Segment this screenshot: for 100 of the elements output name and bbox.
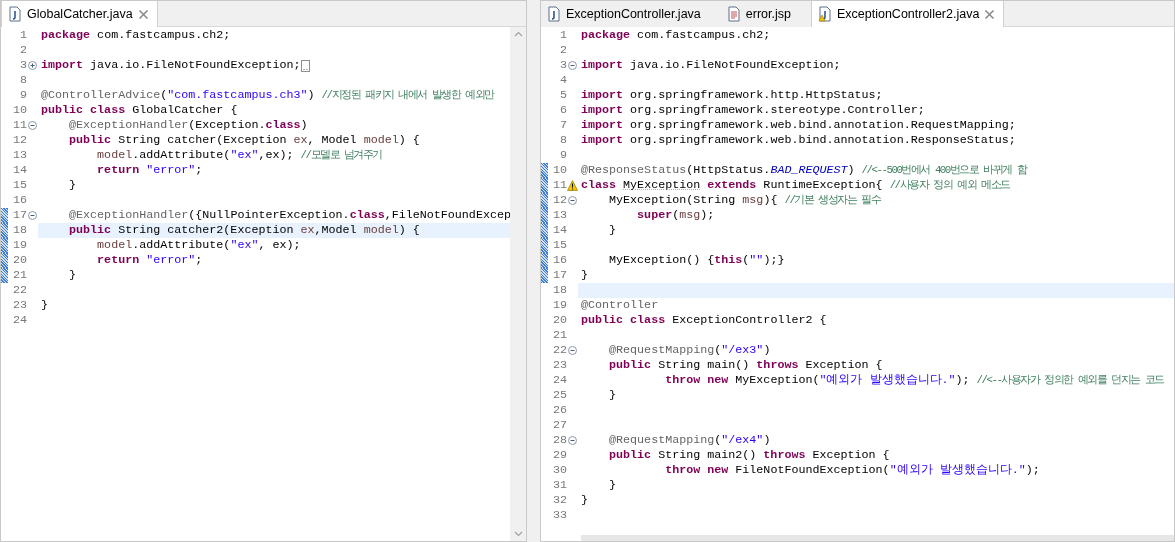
java-file-icon — [817, 6, 832, 22]
line-number: 17 — [551, 268, 567, 283]
code-line: return "error"; — [96, 163, 203, 178]
line-number: 11 — [551, 178, 567, 193]
editor-tab[interactable]: ExceptionController2.java — [810, 1, 1005, 27]
code-line: model.addAttribute("ex",ex); //모델로 넘겨주기 — [96, 148, 382, 163]
line-number: 27 — [551, 418, 567, 433]
text-file-icon — [726, 6, 741, 22]
line-number: 30 — [551, 463, 567, 478]
line-number: 13 — [551, 208, 567, 223]
line-number: 16 — [11, 193, 27, 208]
collapse-icon[interactable] — [28, 211, 37, 220]
line-number: 1 — [19, 28, 27, 43]
line-number: 9 — [19, 88, 27, 103]
line-number: 16 — [551, 253, 567, 268]
line-number: 33 — [551, 508, 567, 523]
line-number: 31 — [551, 478, 567, 493]
line-number: 2 — [559, 43, 567, 58]
line-number: 14 — [11, 163, 27, 178]
line-number: 29 — [551, 448, 567, 463]
code-line: } — [581, 268, 588, 283]
code-line: public String main() throws Exception { — [608, 358, 883, 373]
line-number: 3 — [559, 58, 567, 73]
line-number: 21 — [11, 268, 27, 283]
code-line: @RequestMapping("/ex3") — [608, 343, 771, 358]
line-number: 15 — [551, 238, 567, 253]
code-line: model.addAttribute("ex", ex); — [96, 238, 301, 253]
line-number: 23 — [11, 298, 27, 313]
line-number: 20 — [11, 253, 27, 268]
close-icon[interactable] — [984, 8, 996, 20]
collapse-icon[interactable] — [568, 436, 577, 445]
line-number: 8 — [19, 73, 27, 88]
code-line: @ResponseStatus(HttpStatus.BAD_REQUEST) //<--500번에서 400번으로 바뀌게 함 — [581, 163, 1027, 178]
java-file-icon — [547, 6, 561, 22]
code-line: } — [581, 493, 588, 508]
line-number: 8 — [559, 133, 567, 148]
code-line: @ControllerAdvice("com.fastcampus.ch3") //지정된 패키지 내에서 발생한 예외만 — [41, 88, 494, 103]
editor-tab[interactable]: GlobalCatcher.java — [1, 1, 158, 27]
code-line: super(msg); — [636, 208, 715, 223]
line-number: 26 — [551, 403, 567, 418]
code-line: public String main2() throws Exception { — [608, 448, 890, 463]
line-number: 4 — [559, 73, 567, 88]
line-number: 24 — [11, 313, 27, 328]
code-line: throw new MyException("예외가 발생했습니다."); //<--사용자가 정의한 예외를 던지는 코드 — [664, 373, 1164, 388]
line-number: 12 — [551, 193, 567, 208]
code-line: @Controller — [581, 298, 659, 313]
line-number: 21 — [551, 328, 567, 343]
code-line: } — [68, 178, 77, 193]
code-line: return "error"; — [96, 253, 203, 268]
line-number: 17 — [11, 208, 27, 223]
code-line: package com.fastcampus.ch2; — [41, 28, 231, 43]
code-line: MyException() {this("");} — [608, 253, 785, 268]
collapse-icon[interactable] — [568, 196, 577, 205]
code-line: } — [41, 298, 48, 313]
line-number: 32 — [551, 493, 567, 508]
code-line: import java.io.FileNotFoundException; — [41, 58, 301, 73]
line-number: 22 — [551, 343, 567, 358]
horizontal-scrollbar[interactable] — [581, 535, 1174, 541]
collapse-icon[interactable] — [28, 121, 37, 130]
line-number: 18 — [11, 223, 27, 238]
code-line: throw new FileNotFoundException("예외가 발생했습니다."); — [664, 463, 1040, 478]
line-number: 19 — [551, 298, 567, 313]
line-number: 20 — [551, 313, 567, 328]
code-line: public String catcher2(Exception ex,Model model) { — [68, 223, 420, 238]
line-number: 7 — [559, 118, 567, 133]
collapse-icon[interactable] — [568, 346, 577, 355]
expand-icon[interactable] — [28, 61, 37, 70]
line-number: 19 — [11, 238, 27, 253]
line-number: 23 — [551, 358, 567, 373]
code-line: @RequestMapping("/ex4") — [608, 433, 771, 448]
code-line: MyException(String msg){ //기본 생성자는 필수 — [608, 193, 881, 208]
line-number: 10 — [11, 103, 27, 118]
code-line: public class ExceptionController2 { — [581, 313, 827, 328]
line-number: 9 — [559, 148, 567, 163]
folded-code-icon[interactable] — [300, 59, 310, 72]
collapse-icon[interactable] — [568, 61, 577, 70]
line-number: 11 — [11, 118, 27, 133]
line-number: 1 — [559, 28, 567, 43]
java-file-icon — [8, 6, 22, 22]
line-number: 15 — [11, 178, 27, 193]
code-line: import org.springframework.stereotype.Controller; — [581, 103, 925, 118]
line-number: 13 — [11, 148, 27, 163]
code-line: import org.springframework.http.HttpStatus; — [581, 88, 883, 103]
line-number: 14 — [551, 223, 567, 238]
code-line: class MyException extends RuntimeException{ //사용자 정의 예외 메소드 — [581, 178, 1010, 193]
code-line: @ExceptionHandler({NullPointerException.class,FileNotFoundExcep — [68, 208, 510, 223]
code-line: } — [608, 388, 617, 403]
line-number: 22 — [11, 283, 27, 298]
close-icon[interactable] — [137, 8, 149, 20]
line-number: 12 — [11, 133, 27, 148]
code-line: public String catcher(Exception ex, Model model) { — [68, 133, 420, 148]
code-line: package com.fastcampus.ch2; — [581, 28, 771, 43]
line-number: 24 — [551, 373, 567, 388]
code-line: } — [608, 478, 617, 493]
code-line: public class GlobalCatcher { — [41, 103, 238, 118]
line-number: 2 — [19, 43, 27, 58]
code-line: } — [608, 223, 617, 238]
line-number: 28 — [551, 433, 567, 448]
line-number: 18 — [551, 283, 567, 298]
line-number: 10 — [551, 163, 567, 178]
